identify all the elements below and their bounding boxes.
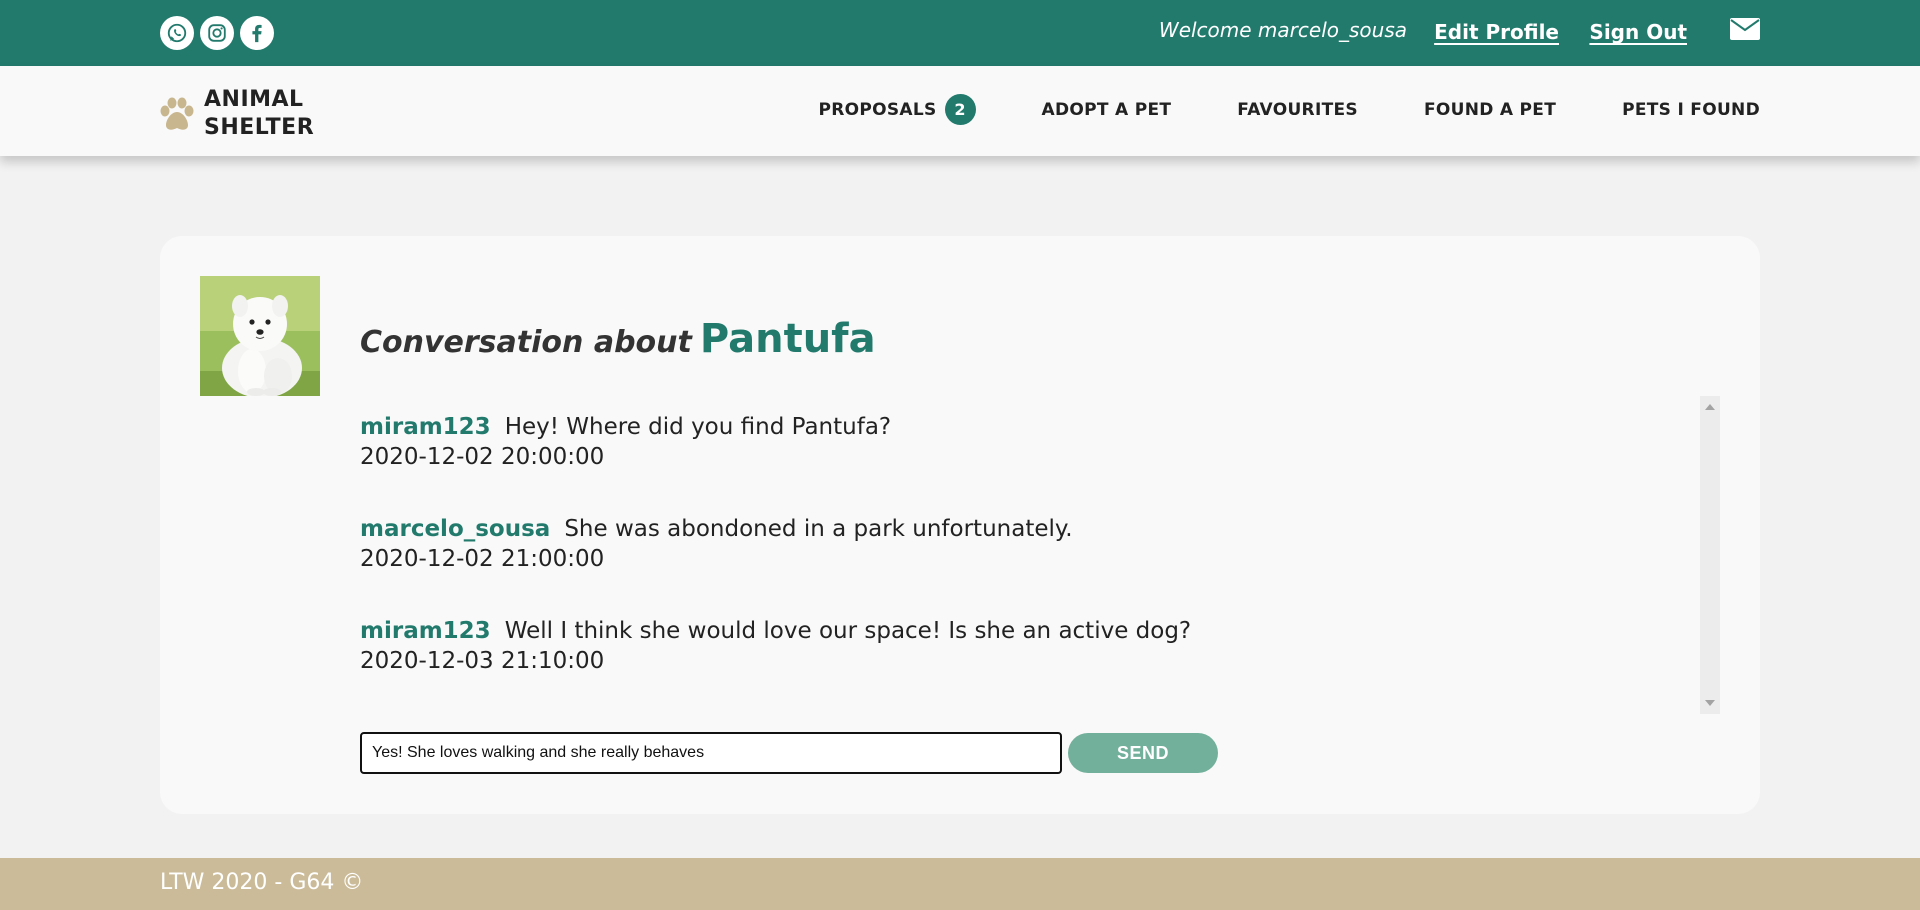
nav-item-label: FOUND A PET [1423,99,1557,120]
nav-item-adopt-a-pet[interactable]: ADOPT A PET [1042,100,1172,120]
logo-line-1: ANIMAL [204,87,304,112]
pet-name-link[interactable]: Pantufa [700,316,876,362]
message: marcelo_sousa She was abondoned in a park… [360,516,1073,572]
message-timestamp: 2020-12-02 21:00:00 [360,546,605,572]
conversation-title-prefix: Conversation about [360,325,692,360]
scroll-up-arrow-icon[interactable] [1705,404,1715,410]
message-author[interactable]: marcelo_sousa [360,516,550,542]
nav-item-label: FAVOURITES [1237,99,1358,120]
nav-menu: PROPOSALS 2 ADOPT A PET FAVOURITES FOUND… [818,94,1760,125]
send-button[interactable]: SEND [1068,733,1218,773]
message-text: Well I think she would love our space! I… [504,618,1192,644]
nav-item-label: ADOPT A PET [1041,99,1172,120]
message-text: She was abondoned in a park unfortunatel… [564,516,1073,542]
logo-line-2: SHELTER [204,115,315,140]
message: miram123 Well I think she would love our … [360,618,1191,674]
welcome-text: Welcome marcelo_sousa [1158,18,1407,42]
social-links [160,16,274,50]
nav-item-label: PROPOSALS [818,99,937,120]
nav-bar: ANIMAL SHELTER PROPOSALS 2 ADOPT A PET F… [0,66,1920,156]
edit-profile-link[interactable]: Edit Profile [1434,20,1559,44]
nav-item-favourites[interactable]: FAVOURITES [1237,100,1358,120]
mail-icon[interactable] [1730,18,1760,40]
message-text: Hey! Where did you find Pantufa? [504,414,892,440]
nav-item-proposals[interactable]: PROPOSALS 2 [818,94,976,125]
proposals-count-badge: 2 [944,94,976,125]
pet-photo[interactable] [200,276,320,396]
message-timestamp: 2020-12-02 20:00:00 [360,444,605,470]
sign-out-link[interactable]: Sign Out [1589,20,1687,44]
message-scrollbar[interactable] [1700,396,1720,714]
logo-text: ANIMAL SHELTER [204,86,324,142]
nav-item-pets-i-found[interactable]: PETS I FOUND [1622,100,1760,120]
footer: LTW 2020 - G64 © [0,858,1920,910]
scroll-down-arrow-icon[interactable] [1705,700,1715,706]
facebook-icon[interactable] [240,16,274,50]
instagram-icon[interactable] [200,16,234,50]
message-line: marcelo_sousa She was abondoned in a park… [360,516,1073,542]
conversation-card: Conversation about Pantufa miram123 Hey! W… [160,236,1760,814]
whatsapp-icon[interactable] [160,16,194,50]
message-line: miram123 Well I think she would love our … [360,618,1191,644]
message-list[interactable]: miram123 Hey! Where did you find Pantufa?… [360,396,1720,714]
top-bar: Welcome marcelo_sousa Edit Profile Sign … [0,0,1920,66]
message-author[interactable]: miram123 [360,618,491,644]
message-line: miram123 Hey! Where did you find Pantufa? [360,414,891,440]
message-author[interactable]: miram123 [360,414,491,440]
logo[interactable]: ANIMAL SHELTER [158,86,324,142]
message: miram123 Hey! Where did you find Pantufa?… [360,414,891,470]
scroll-track[interactable] [1700,416,1720,694]
reply-input[interactable] [360,732,1062,774]
conversation-title: Conversation about Pantufa [360,316,876,362]
message-timestamp: 2020-12-03 21:10:00 [360,648,605,674]
nav-item-found-a-pet[interactable]: FOUND A PET [1424,100,1556,120]
nav-item-label: PETS I FOUND [1622,99,1760,120]
footer-text: LTW 2020 - G64 © [160,870,364,895]
paw-icon [160,97,194,130]
